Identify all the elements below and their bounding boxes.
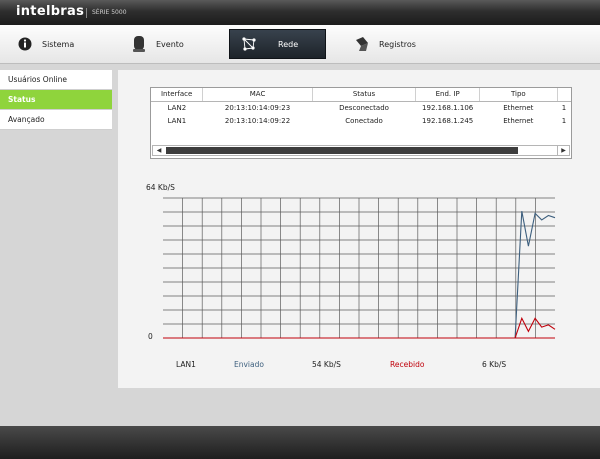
legend-received-value: 6 Kb/S bbox=[482, 360, 507, 369]
brand-separator bbox=[86, 8, 87, 18]
content-panel: Interface MAC Status End. IP Tipo LAN2 2… bbox=[118, 70, 600, 388]
camera-icon bbox=[130, 35, 148, 53]
sidebar-item-status[interactable]: Status bbox=[0, 90, 112, 110]
tab-rede[interactable]: Rede bbox=[229, 29, 326, 59]
tab-label: Evento bbox=[156, 39, 184, 49]
tab-sistema[interactable]: Sistema bbox=[16, 29, 116, 59]
main-nav: Sistema Evento Rede Registros bbox=[0, 25, 600, 64]
tab-label: Rede bbox=[278, 39, 299, 49]
tab-label: Registros bbox=[379, 39, 416, 49]
network-icon bbox=[240, 35, 258, 53]
log-icon bbox=[353, 35, 371, 53]
tab-registros[interactable]: Registros bbox=[353, 29, 453, 59]
sidebar-item-usuarios-online[interactable]: Usuários Online bbox=[0, 70, 112, 90]
brand-logo: intelbras bbox=[16, 4, 85, 19]
tab-label: Sistema bbox=[42, 39, 75, 49]
legend-sent-value: 54 Kb/S bbox=[312, 360, 341, 369]
sidebar: Usuários Online Status Avançado bbox=[0, 70, 112, 130]
series-label: SÉRIE 5000 bbox=[92, 9, 127, 16]
legend-sent-label: Enviado bbox=[234, 360, 264, 369]
y-max-label: 64 Kb/S bbox=[146, 183, 175, 192]
top-bar: intelbras SÉRIE 5000 bbox=[0, 0, 600, 25]
bandwidth-chart: 64 Kb/S 0 bbox=[146, 183, 556, 341]
chart-grid bbox=[163, 197, 555, 339]
sidebar-item-avancado[interactable]: Avançado bbox=[0, 110, 112, 130]
tab-evento[interactable]: Evento bbox=[130, 29, 220, 59]
info-icon bbox=[16, 35, 34, 53]
legend-received-label: Recebido bbox=[390, 360, 425, 369]
y-min-label: 0 bbox=[148, 332, 153, 341]
legend-interface: LAN1 bbox=[176, 360, 196, 369]
bottom-bar bbox=[0, 426, 600, 459]
